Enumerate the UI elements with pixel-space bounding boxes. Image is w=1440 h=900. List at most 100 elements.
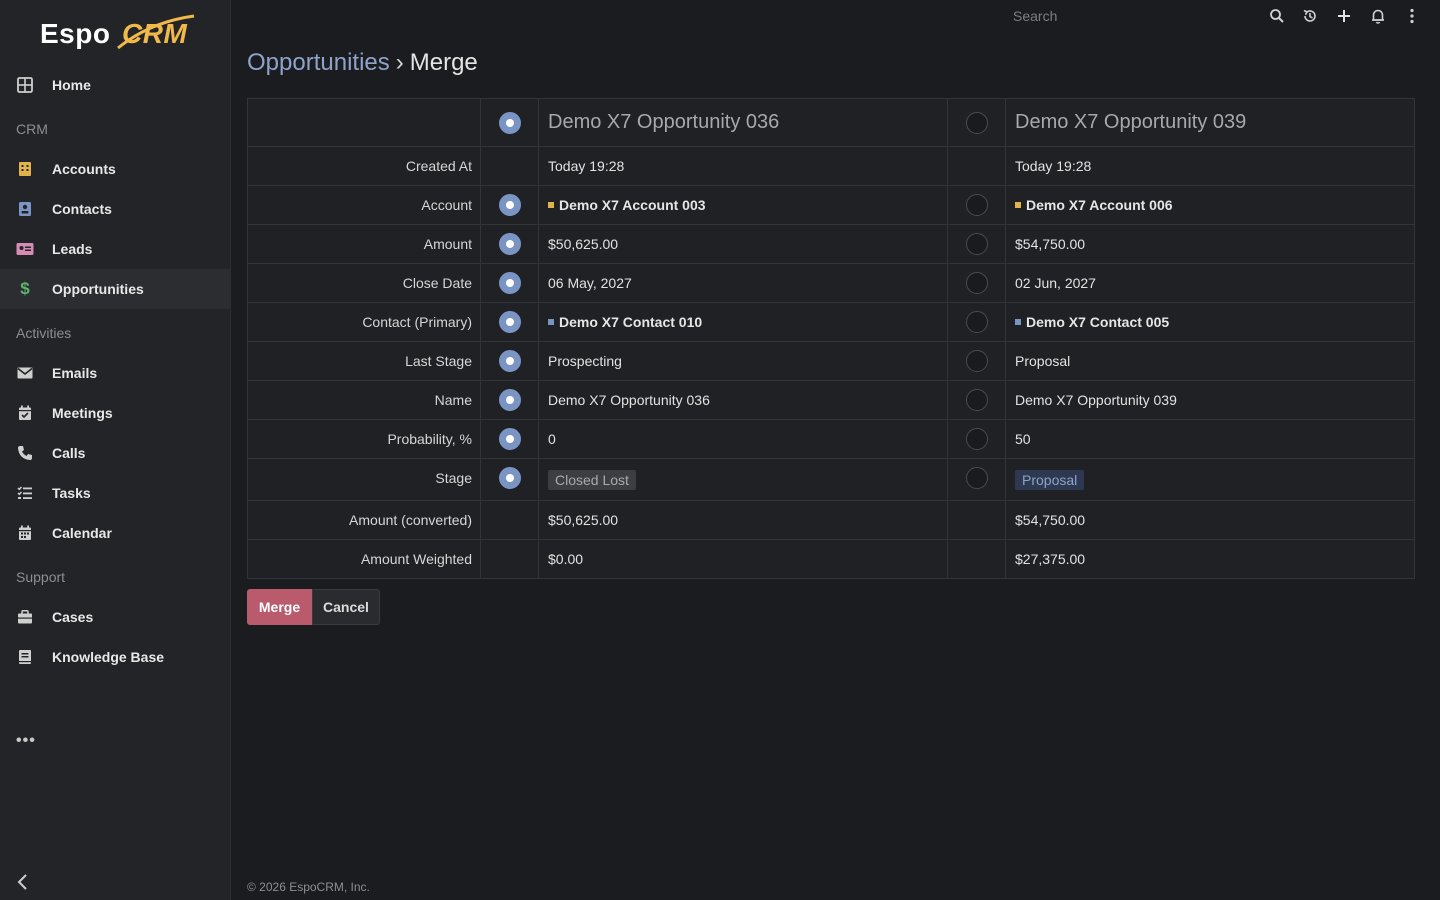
table-row: Stage Closed Lost Proposal: [247, 458, 1415, 501]
close-date-radio-1[interactable]: [498, 272, 521, 294]
record-2-created-at: Today 19:28: [1005, 146, 1415, 186]
record-1-contact-cell: Demo X7 Contact 010: [538, 302, 948, 342]
amount-radio-2[interactable]: [965, 233, 988, 255]
breadcrumb-opportunities-link[interactable]: Opportunities: [247, 49, 390, 76]
contact-radio-1[interactable]: [498, 311, 521, 333]
phone-icon: [16, 444, 34, 462]
sidebar-item-contacts[interactable]: Contacts: [0, 189, 231, 229]
id-card-icon: [16, 240, 34, 258]
record-2-radio[interactable]: [965, 111, 988, 134]
table-row: Account Demo X7 Account 003 Demo X7 Acco…: [247, 185, 1415, 225]
record-1-last-stage: Prospecting: [538, 341, 948, 381]
record-2-contact-link[interactable]: Demo X7 Contact 005: [1026, 314, 1169, 330]
page-title: Merge: [409, 49, 478, 76]
field-label-contact-primary: Contact (Primary): [247, 302, 481, 342]
record-2-account-cell: Demo X7 Account 006: [1005, 185, 1415, 225]
amount-radio-1[interactable]: [498, 233, 521, 255]
footer-copyright: © 2026 EspoCRM, Inc.: [247, 880, 370, 894]
record-1-account-cell: Demo X7 Account 003: [538, 185, 948, 225]
empty-radio-cell: [947, 500, 1006, 540]
history-icon[interactable]: [1301, 7, 1319, 25]
record-1-contact-link[interactable]: Demo X7 Contact 010: [559, 314, 702, 330]
close-date-radio-2[interactable]: [965, 272, 988, 294]
cancel-button[interactable]: Cancel: [312, 589, 380, 625]
sidebar-item-tasks[interactable]: Tasks: [0, 473, 231, 513]
stage-radio-2[interactable]: [965, 467, 988, 489]
briefcase-icon: [16, 608, 34, 626]
table-row: Amount (converted) $50,625.00 $54,750.00: [247, 500, 1415, 540]
table-row: Contact (Primary) Demo X7 Contact 010 De…: [247, 302, 1415, 342]
record-1-created-at: Today 19:28: [538, 146, 948, 186]
record-2-close-date: 02 Jun, 2027: [1005, 263, 1415, 303]
probability-radio-1[interactable]: [498, 428, 521, 450]
account-radio-1[interactable]: [498, 194, 521, 216]
field-label-account: Account: [247, 185, 481, 225]
sidebar-item-cases[interactable]: Cases: [0, 597, 231, 637]
vertical-menu-icon[interactable]: [1403, 7, 1421, 25]
field-label-stage: Stage: [247, 458, 481, 501]
espocrm-logo[interactable]: Espo CRM: [40, 14, 200, 54]
sidebar-item-opportunities[interactable]: $ Opportunities: [0, 269, 231, 309]
sidebar-item-home[interactable]: Home: [0, 65, 231, 105]
last-stage-radio-2[interactable]: [965, 350, 988, 372]
record-2-amount: $54,750.00: [1005, 224, 1415, 264]
table-row: Probability, % 0 50: [247, 419, 1415, 459]
logo-text-espo: Espo: [40, 18, 111, 49]
radio-cell: [947, 341, 1006, 381]
sidebar-item-meetings[interactable]: Meetings: [0, 393, 231, 433]
bell-icon[interactable]: [1369, 7, 1387, 25]
sidebar-item-label: Meetings: [52, 405, 113, 421]
record-1-amount: $50,625.00: [538, 224, 948, 264]
table-row: Last Stage Prospecting Proposal: [247, 341, 1415, 381]
field-label-amount-weighted: Amount Weighted: [247, 539, 481, 579]
record-1-account-link[interactable]: Demo X7 Account 003: [559, 197, 706, 213]
merge-button[interactable]: Merge: [247, 589, 312, 625]
last-stage-radio-1[interactable]: [498, 350, 521, 372]
sidebar-item-leads[interactable]: Leads: [0, 229, 231, 269]
more-menu-icon[interactable]: •••: [16, 732, 36, 750]
record-2-select-cell: [947, 98, 1006, 147]
empty-radio-cell: [480, 146, 539, 186]
record-2-contact-cell: Demo X7 Contact 005: [1005, 302, 1415, 342]
record-1-probability: 0: [538, 419, 948, 459]
sidebar-item-knowledge-base[interactable]: Knowledge Base: [0, 637, 231, 677]
empty-radio-cell: [480, 500, 539, 540]
field-label-created-at: Created At: [247, 146, 481, 186]
sidebar-item-calendar[interactable]: Calendar: [0, 513, 231, 553]
collapse-sidebar-icon[interactable]: [16, 872, 32, 892]
name-radio-2[interactable]: [965, 389, 988, 411]
name-radio-1[interactable]: [498, 389, 521, 411]
empty-radio-cell: [947, 539, 1006, 579]
calendar-check-icon: [16, 404, 34, 422]
empty-header-cell: [247, 98, 481, 147]
sidebar-item-label: Contacts: [52, 201, 112, 217]
account-radio-2[interactable]: [965, 194, 988, 216]
plus-icon[interactable]: [1335, 7, 1353, 25]
nav-group-crm: CRM: [16, 121, 48, 137]
sidebar-item-label: Calendar: [52, 525, 112, 541]
radio-cell: [480, 341, 539, 381]
contact-card-icon: [16, 200, 34, 218]
calendar-icon: [16, 524, 34, 542]
sidebar-item-accounts[interactable]: Accounts: [0, 149, 231, 189]
radio-cell: [480, 185, 539, 225]
table-row: Amount Weighted $0.00 $27,375.00: [247, 539, 1415, 579]
global-search-input[interactable]: Search: [1013, 8, 1057, 24]
table-row: Close Date 06 May, 2027 02 Jun, 2027: [247, 263, 1415, 303]
breadcrumb: Opportunities › Merge: [247, 49, 478, 77]
search-icon[interactable]: [1268, 7, 1286, 25]
radio-cell: [480, 380, 539, 420]
record-1-radio[interactable]: [498, 111, 521, 134]
stage-badge-closed-lost: Closed Lost: [548, 469, 636, 490]
merge-table: Demo X7 Opportunity 036 Demo X7 Opportun…: [247, 98, 1415, 579]
radio-cell: [480, 419, 539, 459]
sidebar-item-emails[interactable]: Emails: [0, 353, 231, 393]
probability-radio-2[interactable]: [965, 428, 988, 450]
record-2-account-link[interactable]: Demo X7 Account 006: [1026, 197, 1173, 213]
radio-cell: [480, 263, 539, 303]
contact-radio-2[interactable]: [965, 311, 988, 333]
building-icon: [16, 160, 34, 178]
sidebar-item-calls[interactable]: Calls: [0, 433, 231, 473]
stage-radio-1[interactable]: [498, 467, 521, 489]
record-2-name: Demo X7 Opportunity 039: [1005, 380, 1415, 420]
